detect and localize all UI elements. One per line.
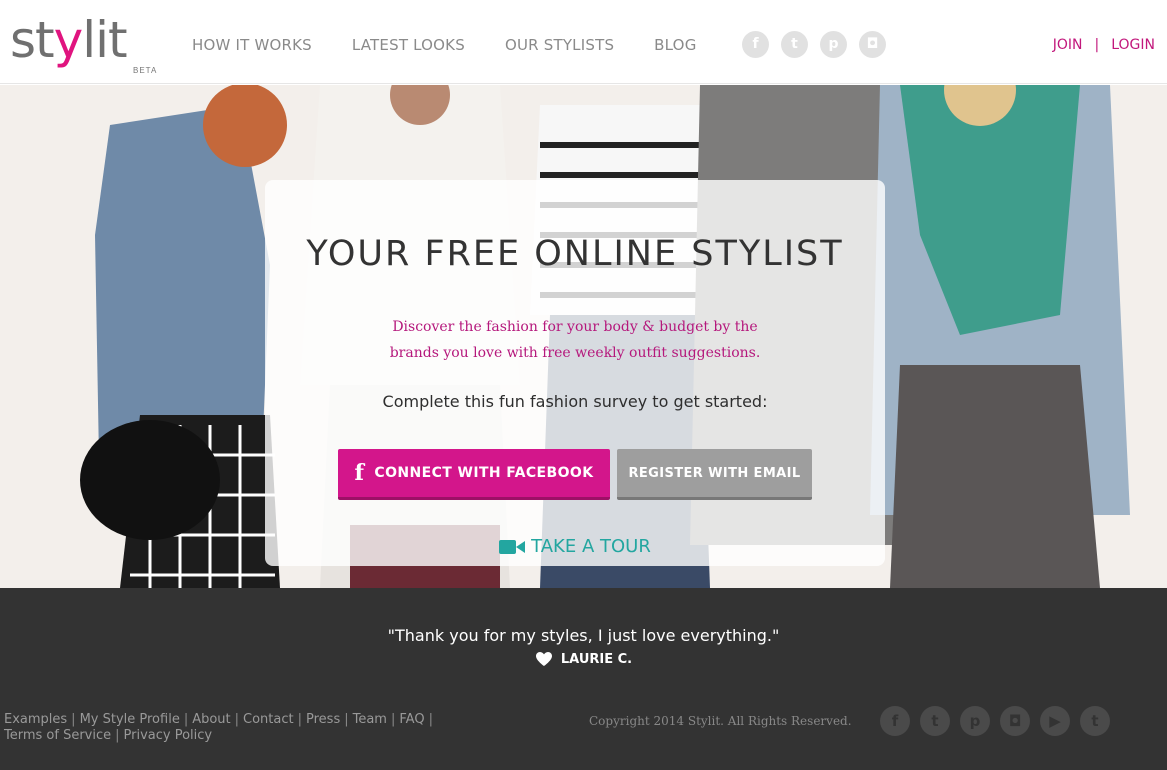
footer-link-examples[interactable]: Examples: [4, 712, 67, 727]
footer-link-privacy[interactable]: Privacy Policy: [124, 728, 213, 743]
footer-social-links: f t p ◘ ▶ t: [880, 706, 1120, 736]
testimonial-quote: "Thank you for my styles, I just love ev…: [387, 626, 780, 645]
hero-title: YOUR FREE ONLINE STYLIST: [306, 234, 844, 274]
join-link[interactable]: JOIN: [1053, 37, 1083, 53]
instagram-icon[interactable]: ◘: [859, 31, 886, 58]
nav-latest-looks[interactable]: LATEST LOOKS: [352, 36, 465, 54]
footer-link-my-style-profile[interactable]: My Style Profile: [80, 712, 180, 727]
video-camera-icon: [499, 539, 526, 554]
tumblr-icon[interactable]: t: [1080, 706, 1110, 736]
beta-label: BETA: [133, 66, 158, 75]
connect-facebook-label: CONNECT WITH FACEBOOK: [374, 465, 594, 481]
footer-links: Examples | My Style Profile | About | Contact |…: [4, 712, 433, 743]
youtube-icon[interactable]: ▶: [1040, 706, 1070, 736]
main-nav: HOW IT WORKS LATEST LOOKS OUR STYLISTS B…: [192, 36, 737, 54]
survey-prompt: Complete this fun fashion survey to get …: [382, 392, 768, 411]
facebook-icon: f: [354, 460, 365, 486]
hero-banner: YOUR FREE ONLINE STYLIST Discover the fa…: [0, 85, 1167, 588]
signup-card: YOUR FREE ONLINE STYLIST Discover the fa…: [265, 180, 885, 566]
testimonial-author-name: LAURIE C.: [560, 651, 633, 667]
twitter-icon[interactable]: t: [920, 706, 950, 736]
hero-subtitle: Discover the fashion for your body & bud…: [389, 319, 761, 361]
stylit-logo[interactable]: stylit BETA: [10, 10, 160, 76]
footer-link-terms[interactable]: Terms of Service: [4, 728, 111, 743]
header-social-links: f t p ◘: [742, 31, 898, 58]
nav-our-stylists[interactable]: OUR STYLISTS: [505, 36, 614, 54]
facebook-icon[interactable]: f: [880, 706, 910, 736]
auth-separator: |: [1094, 37, 1100, 53]
testimonial-author: LAURIE C.: [0, 651, 1167, 667]
footer-link-team[interactable]: Team: [353, 712, 387, 727]
facebook-icon[interactable]: f: [742, 31, 769, 58]
auth-links: JOIN | LOGIN: [1053, 37, 1155, 53]
connect-facebook-button[interactable]: f CONNECT WITH FACEBOOK: [338, 449, 610, 500]
heart-icon: [535, 652, 552, 666]
site-footer: "Thank you for my styles, I just love ev…: [0, 588, 1167, 770]
nav-how-it-works[interactable]: HOW IT WORKS: [192, 36, 312, 54]
pinterest-icon[interactable]: p: [960, 706, 990, 736]
footer-link-about[interactable]: About: [192, 712, 230, 727]
nav-blog[interactable]: BLOG: [654, 36, 696, 54]
footer-link-press[interactable]: Press: [306, 712, 340, 727]
take-a-tour-label: TAKE A TOUR: [531, 536, 651, 557]
login-link[interactable]: LOGIN: [1111, 37, 1155, 53]
instagram-icon[interactable]: ◘: [1000, 706, 1030, 736]
register-email-button[interactable]: REGISTER WITH EMAIL: [617, 449, 812, 500]
take-a-tour-link[interactable]: TAKE A TOUR: [265, 536, 885, 557]
site-header: stylit BETA HOW IT WORKS LATEST LOOKS OU…: [0, 0, 1167, 84]
register-email-label: REGISTER WITH EMAIL: [628, 465, 801, 481]
copyright-text: Copyright 2014 Stylit. All Rights Reserv…: [589, 714, 852, 728]
logo-wordmark: stylit: [10, 11, 128, 69]
footer-link-contact[interactable]: Contact: [243, 712, 294, 727]
pinterest-icon[interactable]: p: [820, 31, 847, 58]
footer-link-faq[interactable]: FAQ: [399, 712, 424, 727]
twitter-icon[interactable]: t: [781, 31, 808, 58]
